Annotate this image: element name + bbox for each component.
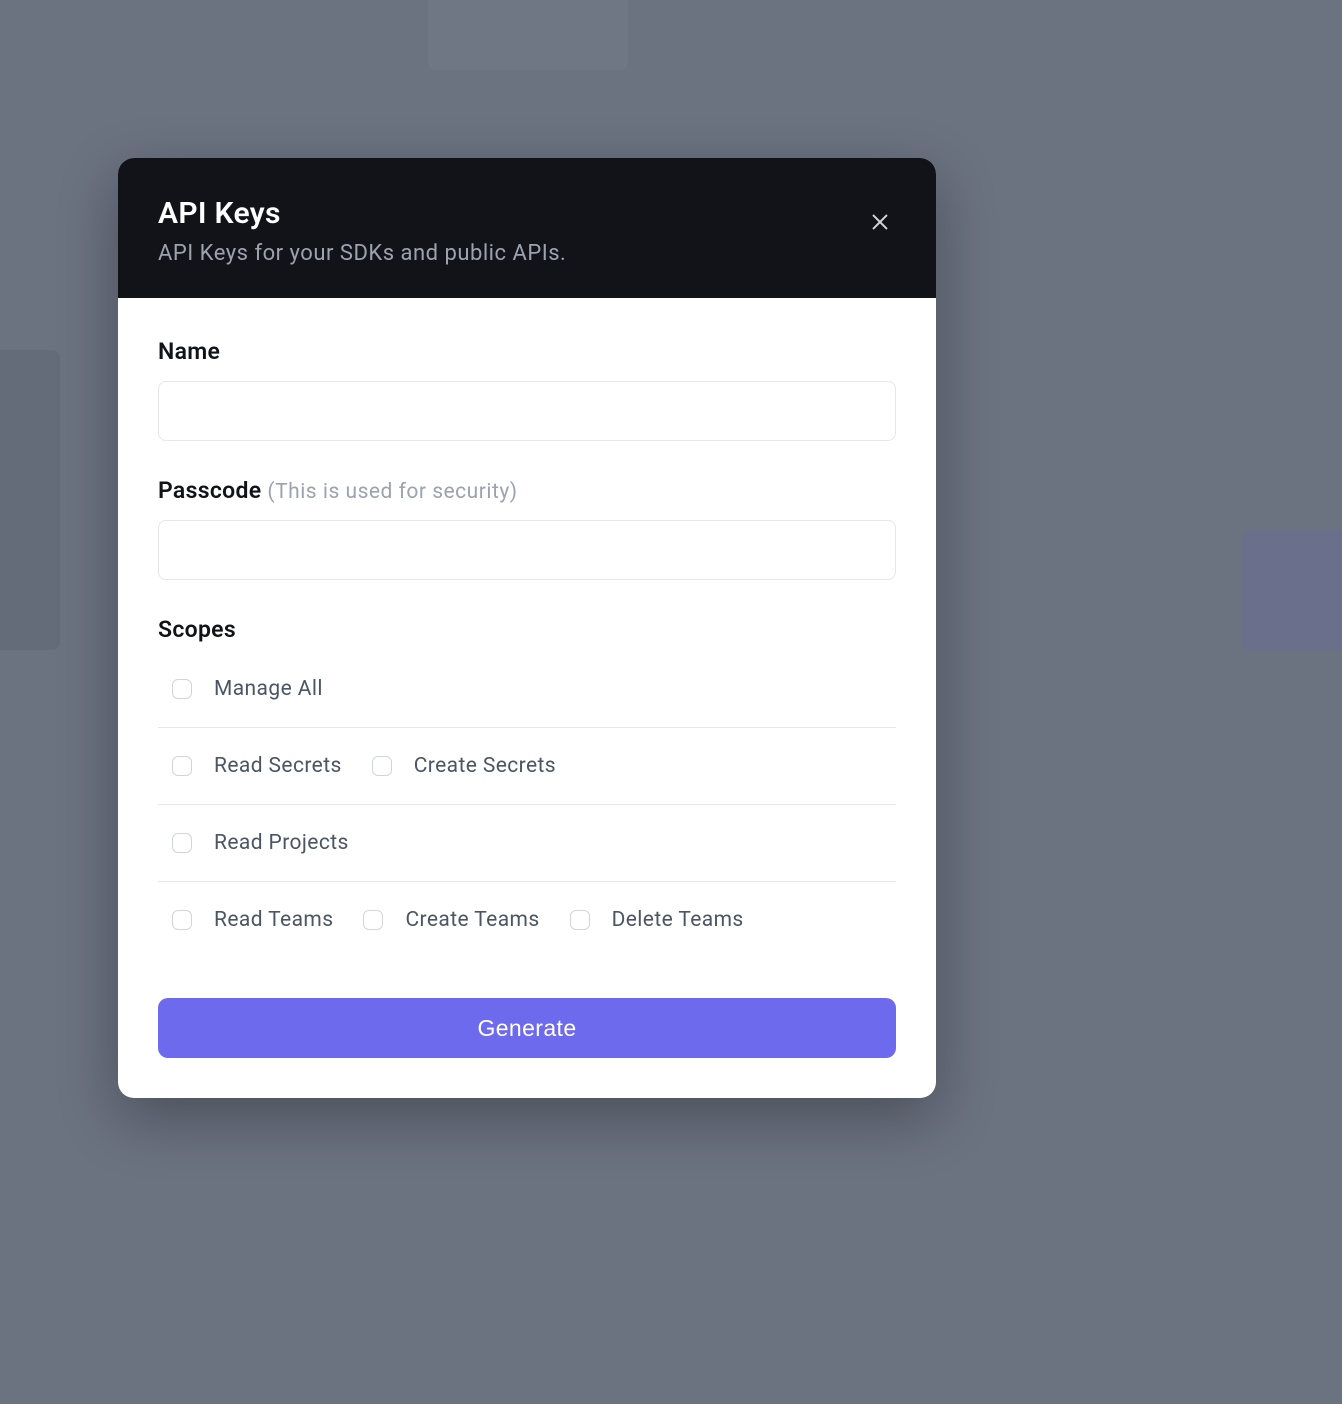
- close-button[interactable]: [864, 206, 896, 238]
- checkbox-manage-all[interactable]: [172, 679, 192, 699]
- scope-label[interactable]: Read Teams: [214, 908, 333, 932]
- scope-item-create-teams: Create Teams: [363, 908, 539, 932]
- modal-body: Name Passcode (This is used for security…: [118, 298, 936, 1098]
- scope-label[interactable]: Create Secrets: [414, 754, 556, 778]
- checkbox-delete-teams[interactable]: [570, 910, 590, 930]
- scope-row: Manage All: [158, 667, 896, 728]
- passcode-hint: (This is used for security): [267, 480, 517, 504]
- scope-label[interactable]: Create Teams: [405, 908, 539, 932]
- passcode-field-group: Passcode (This is used for security): [158, 477, 896, 580]
- api-keys-modal: API Keys API Keys for your SDKs and publ…: [118, 158, 936, 1098]
- scope-item-manage-all: Manage All: [172, 677, 323, 701]
- scope-label[interactable]: Read Secrets: [214, 754, 342, 778]
- checkbox-read-secrets[interactable]: [172, 756, 192, 776]
- modal-header: API Keys API Keys for your SDKs and publ…: [118, 158, 936, 298]
- generate-button[interactable]: Generate: [158, 998, 896, 1058]
- checkbox-create-teams[interactable]: [363, 910, 383, 930]
- name-field-group: Name: [158, 338, 896, 441]
- scope-row: Read Teams Create Teams Delete Teams: [158, 882, 896, 958]
- scope-item-delete-teams: Delete Teams: [570, 908, 744, 932]
- close-icon: [869, 211, 891, 233]
- checkbox-create-secrets[interactable]: [372, 756, 392, 776]
- passcode-label-text: Passcode: [158, 477, 261, 504]
- passcode-label: Passcode (This is used for security): [158, 477, 896, 504]
- scopes-section: Scopes Manage All Read Secrets Create Se…: [158, 616, 896, 958]
- checkbox-read-teams[interactable]: [172, 910, 192, 930]
- scope-row: Read Secrets Create Secrets: [158, 728, 896, 805]
- scope-label[interactable]: Delete Teams: [612, 908, 744, 932]
- modal-title: API Keys: [158, 196, 896, 231]
- passcode-input[interactable]: [158, 520, 896, 580]
- scope-item-create-secrets: Create Secrets: [372, 754, 556, 778]
- scopes-title: Scopes: [158, 616, 896, 643]
- scope-item-read-projects: Read Projects: [172, 831, 349, 855]
- scope-label[interactable]: Manage All: [214, 677, 323, 701]
- scope-label[interactable]: Read Projects: [214, 831, 349, 855]
- scope-item-read-teams: Read Teams: [172, 908, 333, 932]
- name-input[interactable]: [158, 381, 896, 441]
- scope-item-read-secrets: Read Secrets: [172, 754, 342, 778]
- checkbox-read-projects[interactable]: [172, 833, 192, 853]
- modal-subtitle: API Keys for your SDKs and public APIs.: [158, 241, 896, 266]
- scope-row: Read Projects: [158, 805, 896, 882]
- name-label: Name: [158, 338, 896, 365]
